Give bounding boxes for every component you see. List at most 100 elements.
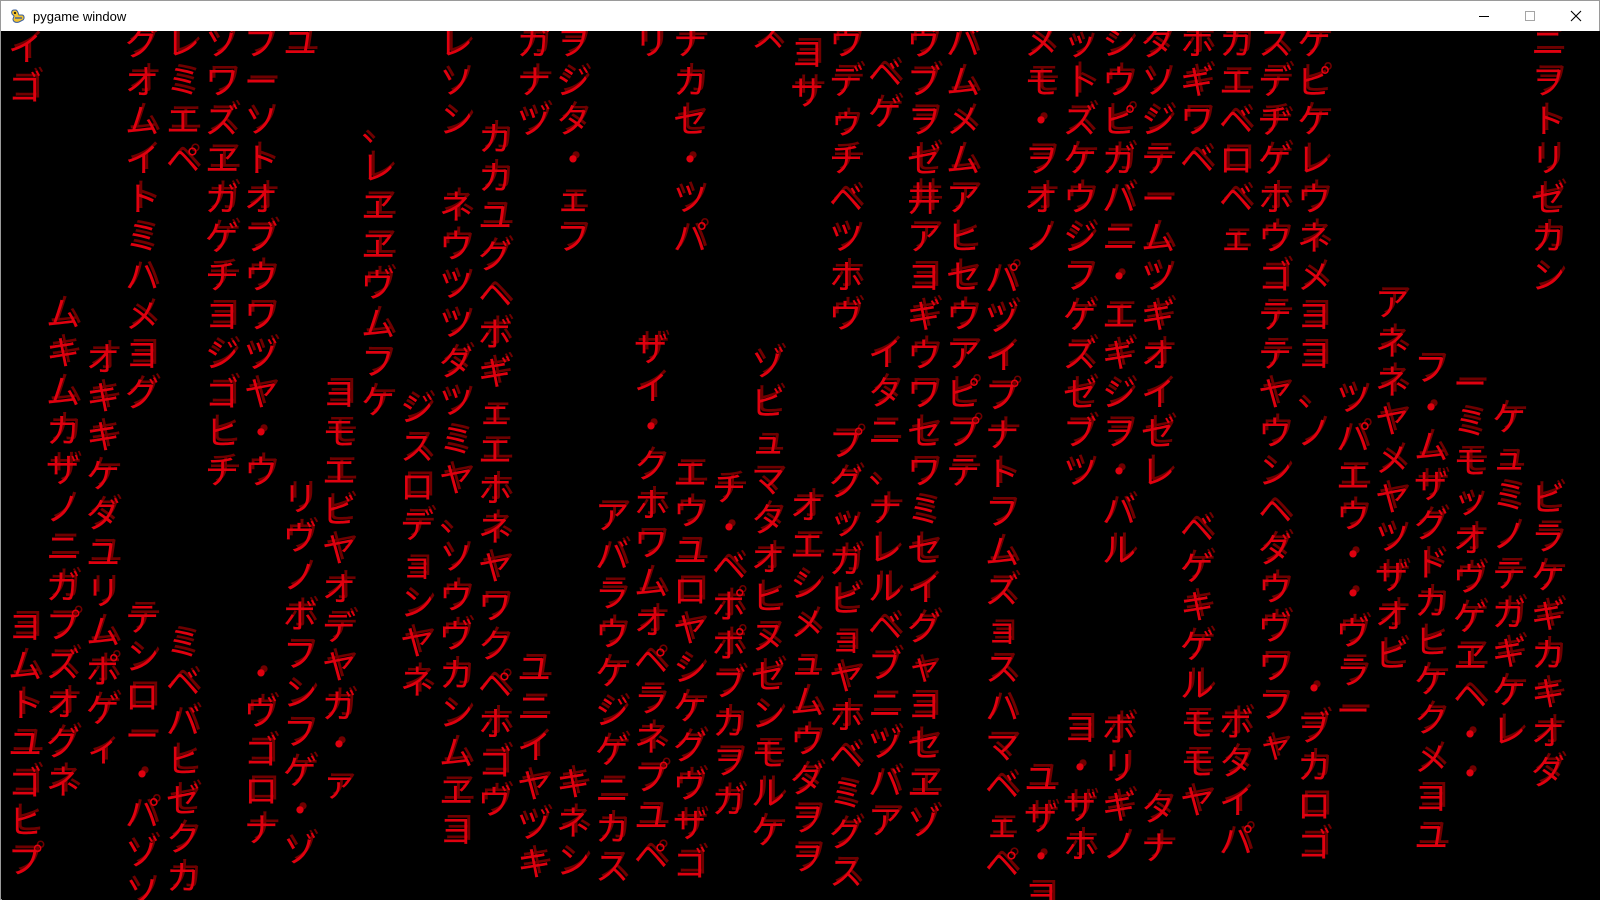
- pygame-canvas[interactable]: イゴ グオムイトミハメヨグ ムキムカザノニガプズオグネ ヨムトユゴヒプ オキキケ…: [2, 31, 1600, 900]
- glyph: 、: [439, 500, 473, 540]
- maximize-button[interactable]: [1507, 1, 1553, 31]
- glyph: ヤ: [673, 611, 707, 651]
- glyph: ア: [907, 219, 941, 259]
- glyph-column: ムキムカザノニガプズオグネ: [46, 296, 80, 803]
- glyph: ブ: [1063, 414, 1097, 454]
- close-button[interactable]: [1553, 1, 1599, 31]
- glyph: エ: [1102, 297, 1136, 337]
- glyph-column: エウユロヤシケグヴザゴ: [673, 456, 707, 885]
- glyph-column: カエベロベェ: [1219, 31, 1253, 259]
- glyph: ハ: [985, 689, 1019, 729]
- glyph-column: リ: [634, 31, 668, 64]
- glyph: テ: [946, 453, 980, 493]
- glyph: デ: [400, 507, 434, 547]
- glyph: セ: [907, 531, 941, 571]
- glyph: ゲ: [205, 219, 239, 259]
- glyph-column: パヅイプナトフムズョスハマベェペ: [985, 261, 1019, 885]
- glyph: デ: [1258, 63, 1292, 103]
- glyph-column: ユニイヤヅキ: [517, 651, 551, 885]
- glyph: ギ: [1102, 336, 1136, 376]
- glyph: フ: [1258, 687, 1292, 727]
- glyph: ン: [283, 675, 317, 715]
- glyph: ウ: [439, 578, 473, 618]
- glyph: ラ: [1531, 519, 1565, 559]
- glyph: ツ: [439, 266, 473, 306]
- glyph: ヲ: [1024, 141, 1058, 181]
- glyph: ゲ: [283, 753, 317, 793]
- glyph: カ: [439, 656, 473, 696]
- glyph: ゼ: [751, 657, 785, 697]
- glyph: ウ: [439, 227, 473, 267]
- window-title: pygame window: [33, 8, 127, 24]
- glyph: パ: [1219, 822, 1253, 862]
- glyph: ギ: [1492, 634, 1526, 674]
- glyph: ブ: [907, 63, 941, 103]
- glyph: カ: [712, 704, 746, 744]
- glyph: ン: [556, 843, 590, 883]
- glyph-column: ベゲ: [868, 56, 902, 134]
- glyph: ネ: [46, 763, 80, 803]
- glyph: カ: [673, 63, 707, 103]
- glyph: ウ: [829, 31, 863, 64]
- minimize-icon: [1479, 16, 1489, 17]
- glyph: ビ: [751, 384, 785, 424]
- glyph: ヒ: [166, 742, 200, 782]
- glyph: ク: [1414, 701, 1448, 741]
- glyph: ギ: [907, 297, 941, 337]
- glyph: レ: [1297, 141, 1331, 181]
- glyph-column: ジスロデョンヤネ: [400, 391, 434, 703]
- glyph: ヴ: [673, 767, 707, 807]
- glyph: ピ: [1297, 63, 1331, 103]
- glyph: ソ: [439, 539, 473, 579]
- glyph: ド: [1414, 545, 1448, 585]
- minimize-button[interactable]: [1461, 1, 1507, 31]
- glyph: ホ: [478, 471, 512, 511]
- glyph: ベ: [1180, 510, 1214, 550]
- glyph: ラ: [1336, 653, 1370, 693]
- glyph: ヅ: [244, 336, 278, 376]
- glyph: ュ: [790, 644, 824, 684]
- glyph: エ: [166, 102, 200, 142]
- glyph: グ: [125, 31, 159, 64]
- glyph: グ: [46, 724, 80, 764]
- glyph: ブ: [244, 31, 278, 64]
- glyph: キ: [556, 765, 590, 805]
- glyph: ム: [439, 734, 473, 774]
- glyph: ジ: [1063, 219, 1097, 259]
- glyph: ジ: [556, 63, 590, 103]
- glyph: ホ: [1063, 827, 1097, 867]
- glyph: ・: [244, 414, 278, 454]
- glyph: ム: [946, 63, 980, 103]
- glyph: ネ: [1375, 363, 1409, 403]
- glyph: ン: [1531, 258, 1565, 298]
- glyph: オ: [1375, 597, 1409, 637]
- glyph: テ: [1258, 336, 1292, 376]
- glyph-column: アバラウケジゲニカス: [595, 499, 629, 889]
- glyph-column: キネン: [556, 766, 590, 883]
- glyph: フ: [1063, 258, 1097, 298]
- glyph: タ: [868, 374, 902, 414]
- glyph: ブ: [868, 647, 902, 687]
- glyph: ゼ: [166, 781, 200, 821]
- glyph: ヴ: [907, 31, 941, 64]
- glyph: イ: [868, 335, 902, 375]
- glyph: ギ: [1141, 297, 1175, 337]
- glyph: ロ: [1297, 787, 1331, 827]
- glyph: イ: [1219, 783, 1253, 823]
- title-bar[interactable]: pygame window: [1, 1, 1599, 31]
- glyph-column: タナ: [1141, 791, 1175, 869]
- glyph: ワ: [907, 453, 941, 493]
- glyph: チ: [205, 453, 239, 493]
- glyph: リ: [634, 31, 668, 64]
- glyph: ト: [1531, 102, 1565, 142]
- glyph: ワ: [1258, 648, 1292, 688]
- glyph: ゴ: [478, 744, 512, 784]
- glyph: ニ: [595, 771, 629, 811]
- glyph-column: リヴノボフンフゲ・ゾ: [283, 481, 317, 871]
- glyph: オ: [790, 488, 824, 528]
- glyph: ヒ: [946, 219, 980, 259]
- glyph: ツ: [1336, 380, 1370, 420]
- glyph: ケ: [1414, 662, 1448, 702]
- glyph-column: ・ヴゴロナ: [244, 656, 278, 851]
- glyph-column: バムメムアヒセウアピプテ: [946, 31, 980, 493]
